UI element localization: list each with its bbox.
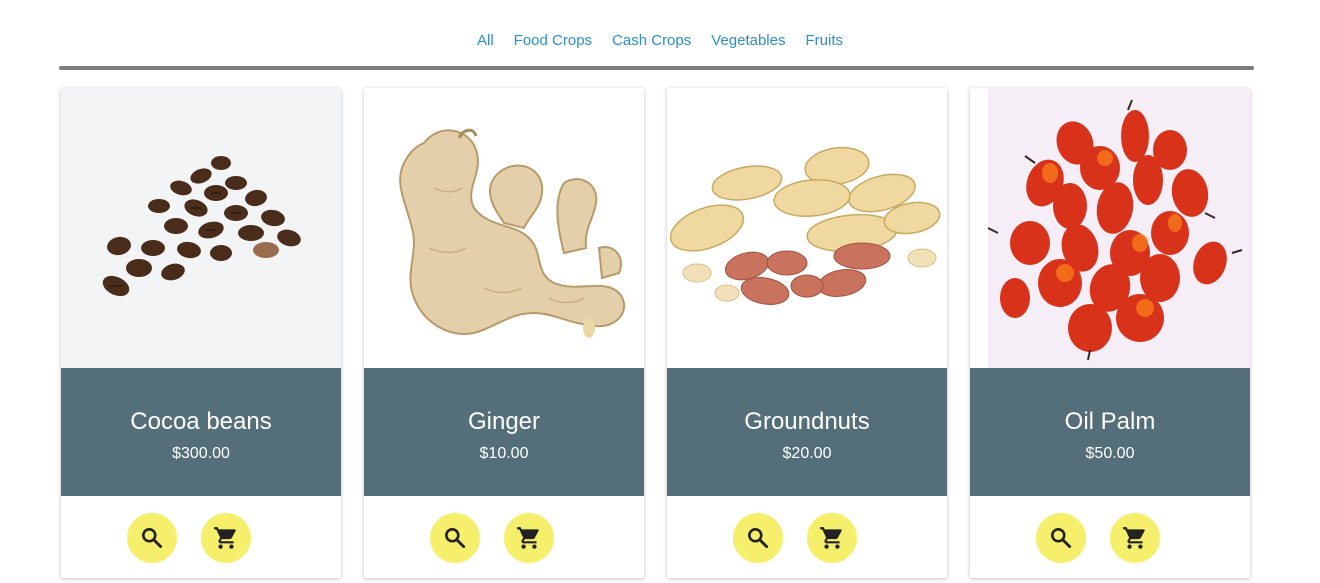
product-card: Groundnuts $20.00 (667, 88, 947, 578)
product-actions (364, 496, 644, 578)
product-actions (667, 496, 947, 578)
product-price: $50.00 (1085, 445, 1135, 462)
product-title: Oil Palm (1064, 408, 1156, 435)
oil-palm-image-art (970, 88, 1250, 368)
search-icon (142, 528, 163, 549)
filter-vegetables[interactable]: Vegetables (711, 30, 785, 52)
ginger-image[interactable] (364, 88, 644, 368)
product-title: Cocoa beans (130, 408, 272, 435)
product-card: Oil Palm $50.00 (970, 88, 1250, 578)
filter-food-crops[interactable]: Food Crops (514, 30, 592, 52)
shopping-cart-icon (820, 527, 842, 549)
product-title: Ginger (467, 408, 541, 435)
view-product-button[interactable] (127, 513, 177, 563)
filter-fruits[interactable]: Fruits (805, 30, 843, 52)
view-product-button[interactable] (1036, 513, 1086, 563)
product-info: Cocoa beans $300.00 (61, 368, 341, 496)
add-to-cart-button[interactable] (504, 513, 554, 563)
filter-divider (59, 66, 1254, 70)
product-grid: Cocoa beans $300.00 Ginger $10.00 Ground… (61, 88, 1250, 578)
ginger-image-art (364, 88, 644, 368)
groundnuts-image-art (667, 88, 947, 368)
product-actions (61, 496, 341, 578)
shopping-cart-icon (214, 527, 236, 549)
search-icon (1051, 528, 1072, 549)
filter-all[interactable]: All (477, 30, 494, 52)
add-to-cart-button[interactable] (1110, 513, 1160, 563)
product-title: Groundnuts (744, 408, 870, 435)
view-product-button[interactable] (733, 513, 783, 563)
product-card: Ginger $10.00 (364, 88, 644, 578)
product-info: Oil Palm $50.00 (970, 368, 1250, 496)
product-card: Cocoa beans $300.00 (61, 88, 341, 578)
category-filter-bar: All Food Crops Cash Crops Vegetables Fru… (0, 30, 1320, 52)
product-info: Ginger $10.00 (364, 368, 644, 496)
groundnuts-image[interactable] (667, 88, 947, 368)
shopping-cart-icon (1123, 527, 1145, 549)
add-to-cart-button[interactable] (807, 513, 857, 563)
product-price: $300.00 (172, 445, 230, 462)
product-price: $10.00 (479, 445, 529, 462)
view-product-button[interactable] (430, 513, 480, 563)
shopping-cart-icon (517, 527, 539, 549)
add-to-cart-button[interactable] (201, 513, 251, 563)
filter-cash-crops[interactable]: Cash Crops (612, 30, 691, 52)
product-price: $20.00 (782, 445, 832, 462)
oil-palm-image[interactable] (970, 88, 1250, 368)
product-actions (970, 496, 1250, 578)
cocoa-beans-image-art (61, 88, 341, 368)
search-icon (445, 528, 466, 549)
search-icon (748, 528, 769, 549)
cocoa-beans-image[interactable] (61, 88, 341, 368)
product-info: Groundnuts $20.00 (667, 368, 947, 496)
